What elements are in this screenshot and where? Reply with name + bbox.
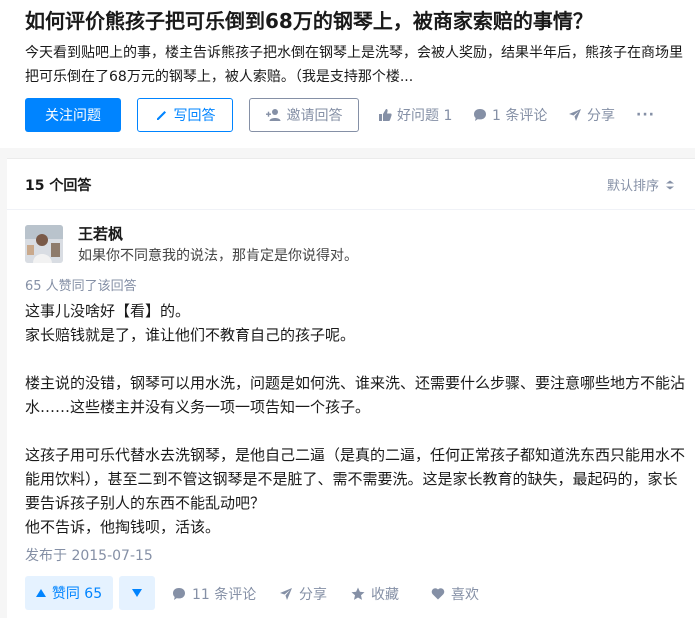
follow-question-label: 关注问题	[45, 108, 101, 124]
share-icon	[569, 109, 581, 121]
answer-share-label: 分享	[299, 587, 327, 603]
question-title[interactable]: 如何评价熊孩子把可乐倒到68万的钢琴上，被商家索赔的事情？	[25, 6, 695, 36]
question-excerpt[interactable]: 今天看到贴吧上的事，楼主告诉熊孩子把水倒在钢琴上是洗琴，会被人奖励，结果半年后，…	[25, 41, 690, 89]
follow-question-button[interactable]: 关注问题	[25, 98, 121, 132]
answer-comment-button[interactable]: 11 条评论	[172, 584, 256, 604]
star-icon	[351, 587, 365, 600]
question-comment-button[interactable]: 1 条评论	[473, 105, 547, 125]
answers-count: 15 个回答	[25, 178, 92, 194]
avatar[interactable]	[25, 225, 63, 263]
comment-icon	[474, 109, 486, 121]
triangle-up-icon	[35, 589, 46, 597]
more-options-button[interactable]: ···	[636, 105, 655, 125]
vote-up-button[interactable]: 赞同 65	[25, 576, 113, 610]
invite-answer-label: 邀请回答	[286, 108, 343, 124]
like-button[interactable]: 喜欢	[431, 584, 479, 604]
write-answer-button[interactable]: 写回答	[137, 98, 233, 132]
collect-label: 收藏	[371, 587, 399, 603]
vote-down-button[interactable]	[119, 576, 155, 610]
heart-icon	[431, 588, 445, 600]
more-icon: ···	[636, 107, 655, 123]
sort-label: 默认排序	[606, 179, 659, 194]
votes-summary[interactable]: 65 人赞同了该回答	[25, 275, 137, 294]
share-icon	[280, 588, 292, 600]
answer-paragraph: 楼主说的没错，钢琴可以用水洗，问题是如何洗、谁来洗、还需要什么步骤、要注意哪些地…	[25, 374, 686, 416]
add-user-icon	[265, 109, 280, 121]
answer-comment-label: 11 条评论	[192, 587, 257, 603]
publish-date[interactable]: 发布于 2015-07-15	[25, 545, 153, 565]
triangle-down-icon	[132, 589, 142, 597]
author-bio: 如果你不同意我的说法，那肯定是你说得对。	[78, 248, 358, 264]
write-answer-label: 写回答	[173, 108, 216, 124]
answers-count-bar: 15 个回答 默认排序	[7, 159, 695, 210]
answer-paragraph: 这事儿没啥好【看】的。	[25, 302, 191, 320]
question-comment-label: 1 条评论	[492, 108, 548, 124]
answer-paragraph: 家长赔钱就是了，谁让他们不教育自己的孩子呢。	[25, 326, 356, 344]
thumb-up-icon	[379, 109, 392, 121]
sort-dropdown[interactable]: 默认排序	[607, 175, 675, 194]
vote-up-label: 赞同 65	[51, 586, 103, 602]
comment-icon	[173, 588, 185, 600]
answers-card: 15 个回答 默认排序 王若枫 如果你不同意我的说法，那肯定是你说得对。 65 …	[7, 158, 695, 618]
like-label: 喜欢	[451, 587, 479, 603]
good-question-label: 好问题 1	[397, 108, 453, 124]
answer-paragraph: 这孩子用可乐代替水去洗钢琴，是他自己二逼（是真的二逼，任何正常孩子都知道洗东西只…	[25, 446, 686, 512]
author-name[interactable]: 王若枫	[78, 223, 123, 244]
sort-icon	[666, 180, 674, 189]
invite-answer-button[interactable]: 邀请回答	[249, 98, 359, 132]
pencil-icon	[156, 111, 166, 120]
avatar-image	[25, 225, 63, 263]
answer-content: 这事儿没啥好【看】的。 家长赔钱就是了，谁让他们不教育自己的孩子呢。 楼主说的没…	[25, 299, 685, 539]
answer-share-button[interactable]: 分享	[279, 584, 327, 604]
question-share-button[interactable]: 分享	[568, 105, 615, 125]
good-question-button[interactable]: 好问题 1	[378, 105, 452, 125]
answer-paragraph: 他不告诉，他掏钱呗，活该。	[25, 518, 221, 536]
question-header: 如何评价熊孩子把可乐倒到68万的钢琴上，被商家索赔的事情？ 今天看到贴吧上的事，…	[0, 0, 695, 148]
collect-button[interactable]: 收藏	[351, 584, 399, 604]
question-share-label: 分享	[587, 108, 615, 124]
